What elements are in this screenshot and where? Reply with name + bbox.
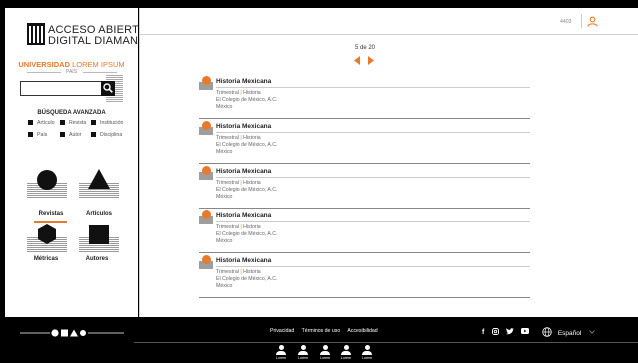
category-autores[interactable] — [79, 223, 119, 253]
footer-link-terms[interactable]: Términos de uso — [302, 328, 341, 334]
checkbox-icon — [91, 132, 96, 137]
checkbox-icon — [60, 132, 65, 137]
result-publisher: El Colegio de México, A.C. — [216, 187, 278, 193]
person-icon — [322, 345, 328, 350]
person-icon — [343, 345, 349, 350]
footer-link-privacy[interactable]: Privacidad — [270, 328, 294, 334]
result-country: México — [216, 194, 233, 200]
journal-thumbnail-icon — [199, 210, 213, 224]
youtube-icon[interactable] — [521, 328, 530, 334]
checkbox-icon — [60, 120, 65, 125]
language-label: Español — [557, 330, 582, 337]
checkbox-icon — [28, 132, 33, 137]
journal-thumbnail-icon — [199, 121, 213, 135]
result-frequency: Trimestral | Historia — [216, 135, 261, 141]
app-frame: ACCESO ABIERTO DIGITAL DIAMANTE UNIVERSI… — [0, 0, 638, 363]
filter-institucion[interactable]: Institución — [91, 120, 123, 126]
previous-page-icon[interactable] — [354, 56, 361, 65]
footer-divider — [134, 342, 638, 343]
footer: Privacidad Términos de uso Accesibilidad… — [0, 317, 638, 363]
globe-icon — [542, 327, 552, 337]
instagram-icon[interactable] — [492, 328, 500, 335]
result-country: México — [216, 238, 233, 244]
header-divider — [581, 14, 582, 28]
footer-nav-item[interactable]: Lorem — [273, 345, 289, 360]
person-icon — [364, 345, 370, 350]
result-title[interactable]: Historia Mexicana — [216, 78, 271, 85]
result-publisher: El Colegio de México, A.C. — [216, 231, 278, 237]
logo-line-2: DIGITAL DIAMANTE — [48, 35, 153, 47]
result-publisher: El Colegio de México, A.C. — [216, 276, 278, 282]
person-icon — [300, 345, 306, 350]
footer-nav-item[interactable]: Lorem — [317, 345, 333, 360]
result-publisher: El Colegio de México, A.C. — [216, 97, 278, 103]
footer-links: Privacidad Términos de uso Accesibilidad — [270, 328, 384, 334]
category-label-articulos[interactable]: Artículos — [69, 211, 129, 217]
filter-articulo[interactable]: Artículo — [28, 120, 55, 126]
social-links: f — [482, 328, 530, 336]
result-title[interactable]: Historia Mexicana — [216, 212, 271, 219]
language-selector[interactable]: Español — [542, 327, 595, 337]
journal-thumbnail-icon — [199, 166, 213, 180]
result-item[interactable]: Historia Mexicana Trimestral | Historia … — [199, 255, 530, 298]
result-frequency: Trimestral | Historia — [216, 224, 261, 230]
hexagon-icon — [38, 224, 56, 244]
sidebar: ACCESO ABIERTO DIGITAL DIAMANTE UNIVERSI… — [5, 8, 152, 317]
result-title[interactable]: Historia Mexicana — [216, 168, 271, 175]
checkbox-icon — [28, 120, 33, 125]
result-title[interactable]: Historia Mexicana — [216, 257, 271, 264]
advanced-search-link[interactable]: BÚSQUEDA AVANZADA — [5, 110, 138, 116]
result-publisher: El Colegio de México, A.C. — [216, 142, 278, 148]
footer-nav-item[interactable]: Lorem — [359, 345, 375, 360]
filter-revista[interactable]: Revista — [60, 120, 86, 126]
checkbox-icon — [91, 120, 96, 125]
footer-nav-item[interactable]: Lorem — [295, 345, 311, 360]
pagination-status: 5 de 20 — [354, 45, 376, 51]
next-page-icon[interactable] — [368, 56, 375, 65]
user-icon[interactable] — [587, 16, 598, 27]
person-icon — [278, 345, 284, 350]
main-content: 4403 5 de 20 Historia Mexicana Trimestra… — [139, 8, 638, 317]
journal-thumbnail-icon — [199, 76, 213, 90]
triangle-icon — [88, 169, 110, 189]
header-divider-line — [140, 34, 638, 35]
result-frequency: Trimestral | Historia — [216, 269, 261, 275]
result-frequency: Trimestral | Historia — [216, 90, 261, 96]
result-item[interactable]: Historia Mexicana Trimestral | Historia … — [199, 210, 530, 253]
category-revistas[interactable] — [27, 169, 67, 199]
result-item[interactable]: Historia Mexicana Trimestral | Historia … — [199, 121, 530, 164]
footer-nav-item[interactable]: Lorem — [338, 345, 354, 360]
search-icon — [103, 83, 113, 93]
result-frequency: Trimestral | Historia — [216, 180, 261, 186]
circle-icon — [37, 170, 57, 190]
university-light: LOREM IPSUM — [72, 60, 125, 69]
category-articulos[interactable] — [79, 169, 119, 199]
filter-autor[interactable]: Autor — [60, 132, 81, 138]
university-bold: UNIVERSIDAD — [18, 60, 71, 69]
filter-pais[interactable]: País — [28, 132, 47, 138]
twitter-icon[interactable] — [506, 328, 515, 335]
result-item[interactable]: Historia Mexicana Trimestral | Historia … — [199, 76, 530, 119]
site-logo[interactable]: ACCESO ABIERTO DIGITAL DIAMANTE — [27, 23, 152, 53]
footer-shapes-logo-icon — [20, 329, 124, 337]
result-title[interactable]: Historia Mexicana — [216, 123, 271, 130]
category-label-autores[interactable]: Autores — [67, 256, 127, 262]
university-name: UNIVERSIDAD LOREM IPSUM — [5, 60, 138, 69]
footer-link-accessibility[interactable]: Accesibilidad — [347, 328, 377, 334]
search-button[interactable] — [101, 81, 115, 96]
filter-disciplina[interactable]: Disciplina — [91, 132, 122, 138]
journal-thumbnail-icon — [199, 255, 213, 269]
user-code: 4403 — [560, 19, 572, 25]
divider-right — [83, 72, 117, 73]
result-item[interactable]: Historia Mexicana Trimestral | Historia … — [199, 166, 530, 209]
facebook-icon[interactable]: f — [482, 329, 484, 336]
logo-mark-icon — [27, 23, 45, 45]
result-country: México — [216, 149, 233, 155]
chevron-down-icon — [589, 330, 595, 334]
result-country: México — [216, 104, 233, 110]
square-icon — [89, 225, 109, 244]
category-metricas[interactable] — [27, 223, 67, 253]
result-country: México — [216, 283, 233, 289]
